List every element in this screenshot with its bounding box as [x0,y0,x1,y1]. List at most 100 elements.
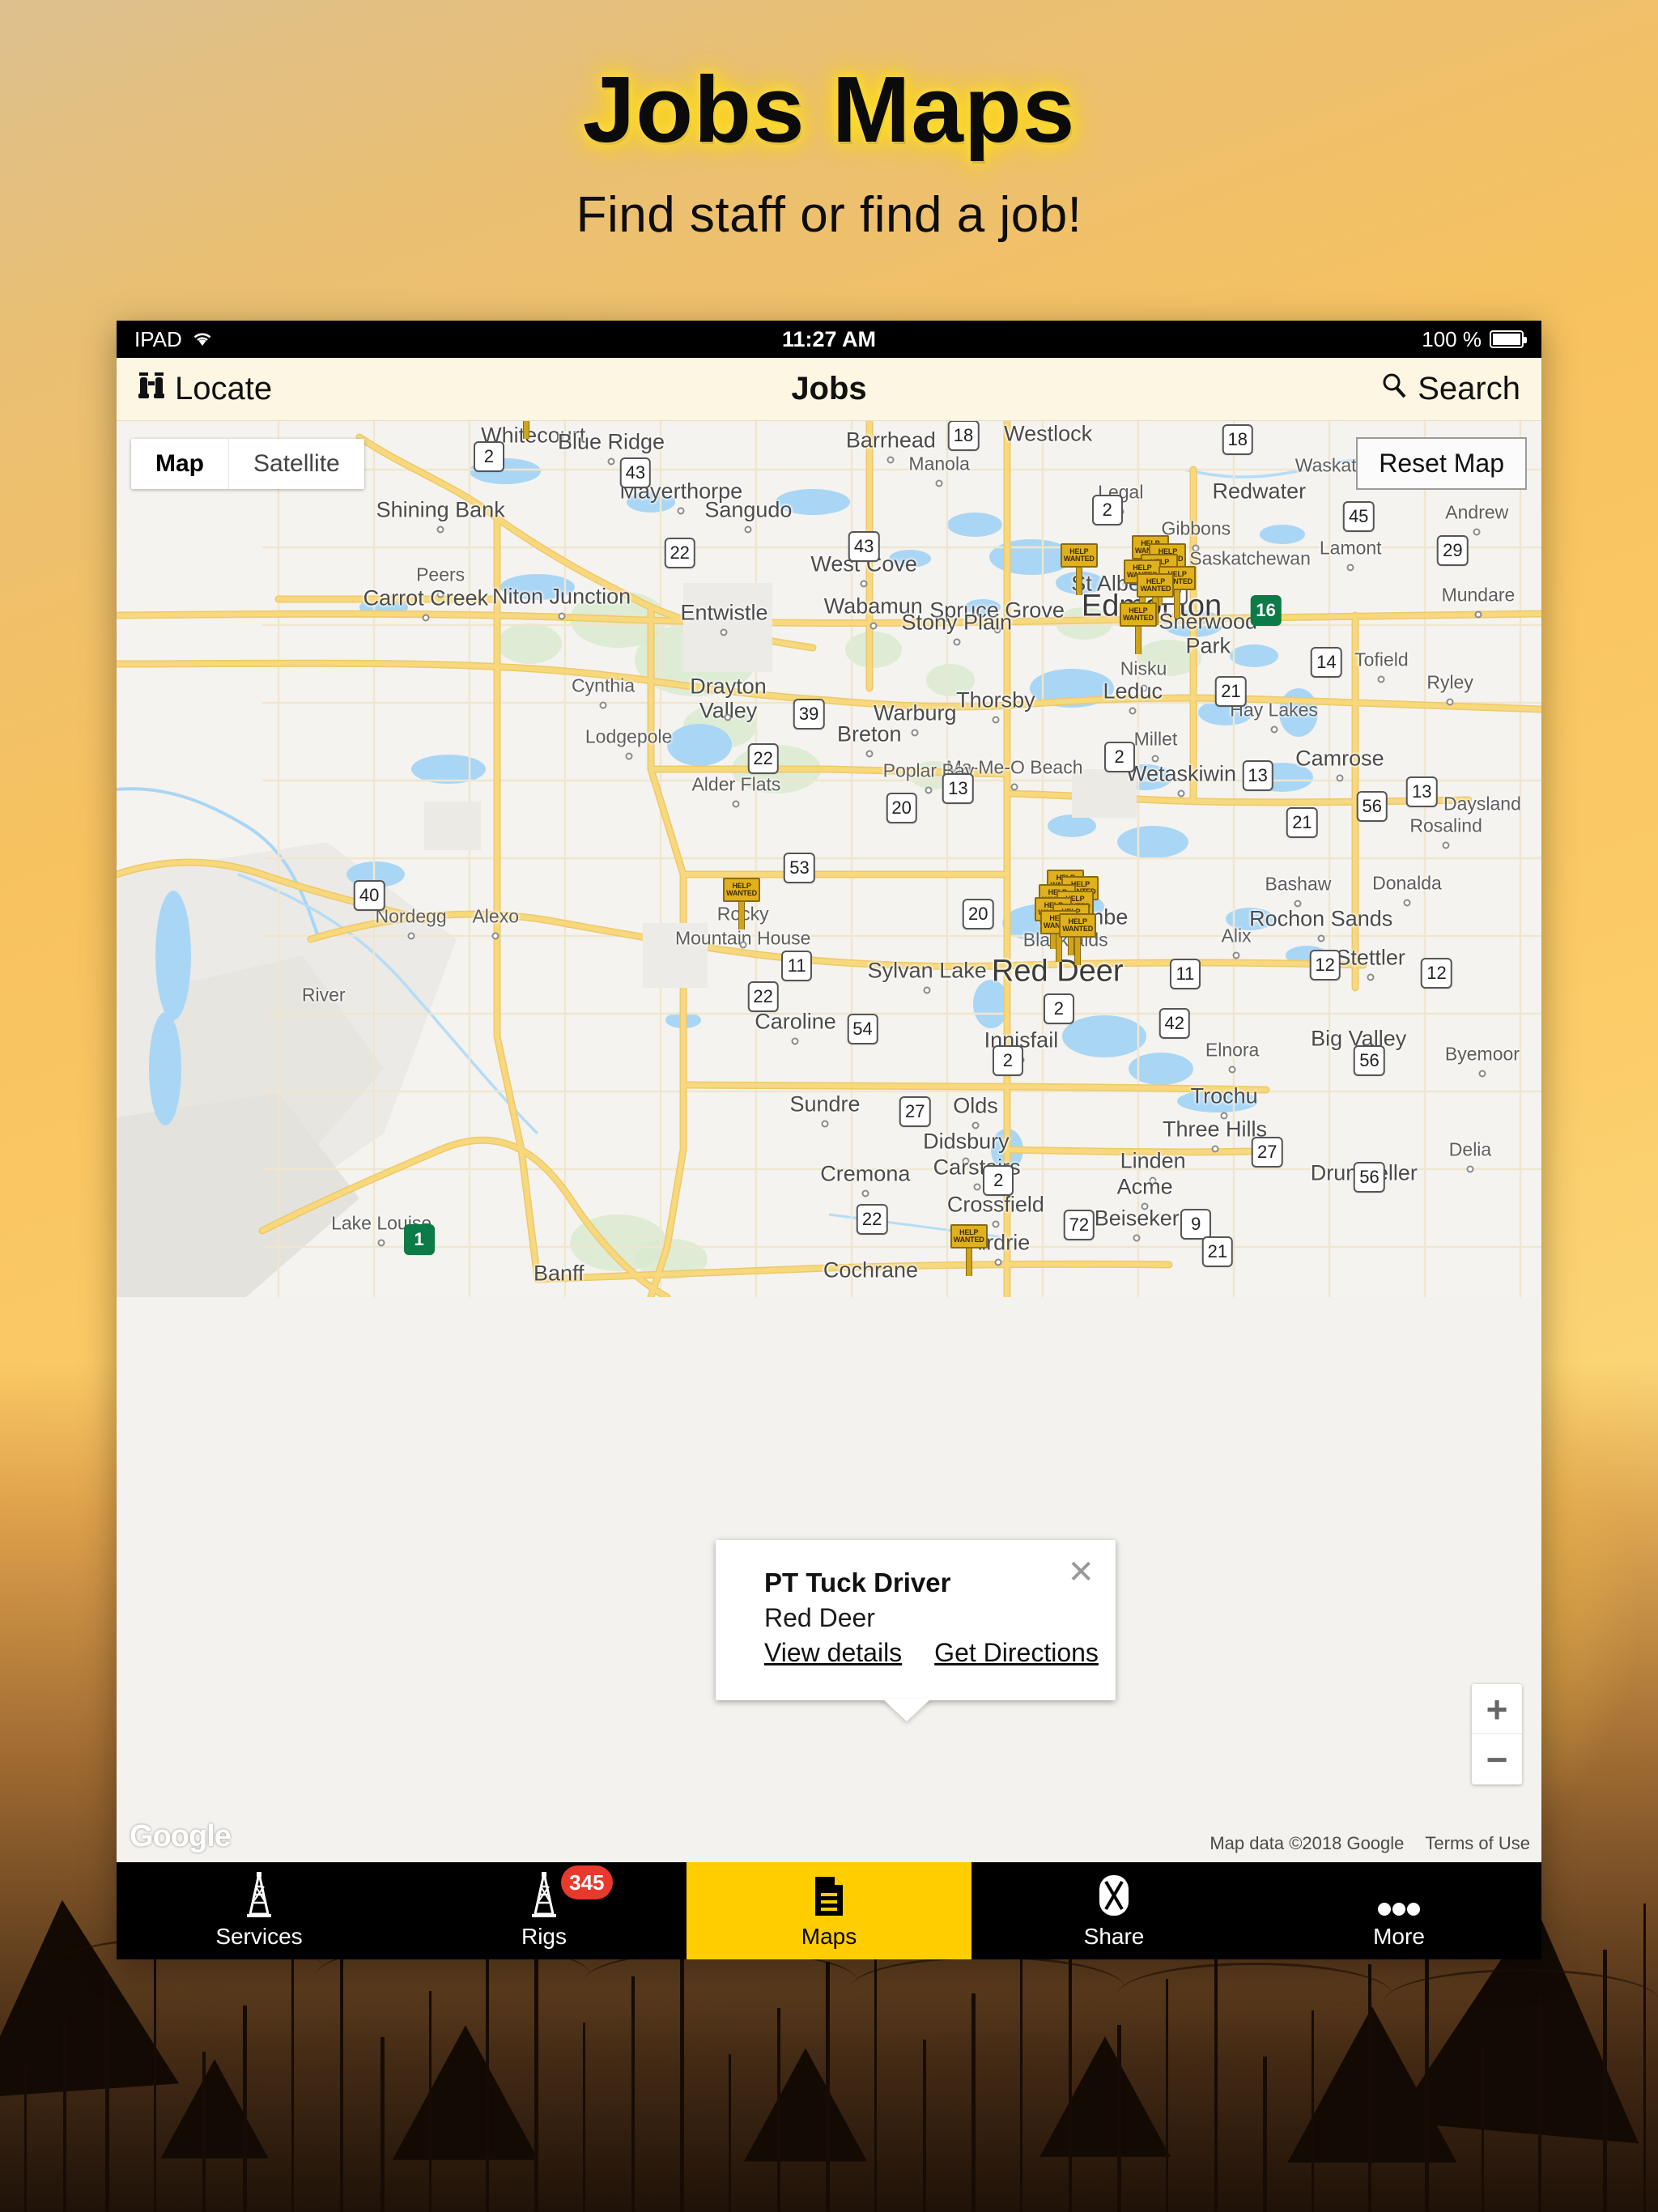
highway-shield: 45 [1342,501,1375,532]
tab-maps[interactable]: Maps [687,1862,971,1959]
map-label: Fort Saskatchewan [1151,547,1311,569]
map-label: Niton Junction [492,584,631,609]
highway-shield: 20 [963,899,994,929]
highway-shield: 21 [1215,676,1247,707]
map-city-dot [1478,1070,1486,1078]
highway-shield: 29 [1437,535,1469,566]
tab-label: Services [215,1924,303,1949]
map-city-dot [971,1121,980,1129]
map-label: Alix [1221,925,1252,946]
search-button[interactable]: Search [1380,371,1520,407]
page-subtitle: Find staff or find a job! [576,187,1082,243]
highway-shield: 20 [886,793,917,823]
map-city-dot [436,525,444,534]
map-label: Olds [953,1093,998,1118]
page-title: Jobs Maps [582,57,1076,162]
map-city-dot [1346,564,1354,572]
zoom-in-button[interactable]: + [1472,1684,1522,1734]
highway-shield: 56 [1354,1045,1385,1076]
map-type-control[interactable]: Map Satellite [131,439,364,489]
map-label: Alder Flats [691,773,781,795]
map-city-dot [886,456,895,464]
map-type-satellite-button[interactable]: Satellite [228,439,364,489]
highway-shield: 2 [473,441,504,472]
map-city-dot [377,1239,385,1247]
map-label: Manola [908,453,970,474]
highway-shield: 22 [747,981,779,1012]
map-city-dot [1403,899,1411,907]
map-city-dot [724,713,732,721]
map-city-dot [992,716,1000,724]
map-view[interactable]: Whitecourt Blue Ridge Barrhead Westlock Mano… [117,421,1541,1862]
highway-shield: 2 [983,1165,1014,1196]
share-x-icon [1098,1872,1130,1917]
map-label: Andrew [1445,501,1509,523]
tab-label: Share [1083,1924,1145,1949]
map-label: Ryley [1426,671,1473,693]
info-window-title: PT Tuck Driver [764,1568,951,1597]
map-label: Sangudo [704,497,793,522]
map-city-dot [1336,774,1344,782]
map-label: Stettler [1336,945,1405,970]
highway-shield: 21 [1201,1236,1234,1267]
map-city-dot [1211,1145,1219,1153]
google-logo: Google [130,1819,232,1853]
zoom-control[interactable]: + − [1472,1684,1522,1784]
map-label: Entwistle [680,600,768,625]
map-type-map-button[interactable]: Map [131,439,228,489]
highway-shield: 42 [1158,1008,1190,1039]
battery-full-icon [1490,330,1527,348]
view-details-link[interactable]: View details [764,1638,902,1668]
map-data-credit: Map data ©2018 Google [1209,1833,1405,1853]
get-directions-link[interactable]: Get Directions [934,1638,1099,1668]
map-label: Alexo [472,905,519,927]
map-city-dot [599,701,607,709]
map-label: Nisku [1120,657,1167,679]
highway-shield: 18 [1222,424,1253,455]
bottom-tab-bar[interactable]: Services 345 Rigs Maps Share More [117,1862,1541,1959]
tab-services[interactable]: Services [117,1862,402,1959]
highway-shield: 27 [899,1096,931,1127]
map-label: Sundre [789,1091,861,1117]
page-header-title: Jobs [791,371,867,406]
map-label: Lodgepole [585,725,673,747]
map-city-dot [865,750,874,758]
map-label: Millet [1133,728,1178,750]
map-label: Rochon Sands [1249,906,1393,931]
tab-share[interactable]: Share [971,1862,1256,1959]
map-info-window[interactable]: ✕ PT Tuck Driver Red Deer View details G… [716,1540,1116,1700]
map-city-dot [911,729,919,737]
map-city-dot [407,932,415,940]
map-label: Linden [1120,1148,1186,1173]
highway-shield: 56 [1354,1162,1385,1193]
locate-button[interactable]: Locate [138,371,272,408]
highway-shield: 14 [1311,647,1342,678]
terms-of-use-link[interactable]: Terms of Use [1425,1833,1530,1854]
map-label: Three Hills [1163,1117,1268,1142]
tab-label: Maps [801,1924,857,1949]
tab-more[interactable]: More [1256,1862,1541,1959]
map-city-dot [994,1258,1002,1266]
close-icon[interactable]: ✕ [1067,1556,1095,1589]
map-label: Trochu [1190,1083,1258,1108]
highway-shield: 11 [781,951,813,981]
map-label: Mundare [1441,584,1516,606]
map-city-dot [1294,900,1302,908]
map-label: Blackfalds [1022,929,1108,951]
reset-map-button[interactable]: Reset Map [1356,437,1527,490]
map-city-dot [860,580,868,588]
tab-rigs[interactable]: 345 Rigs [402,1862,687,1959]
magnifier-icon [1380,371,1408,407]
map-label: Beiseker [1094,1206,1180,1231]
map-label: Rocky [716,903,769,925]
zoom-out-button[interactable]: − [1472,1734,1522,1784]
map-city-dot [1133,1234,1141,1242]
highway-shield: 22 [856,1204,888,1235]
map-city-dot [422,614,430,622]
status-bar: IPAD 11:27 AM 100 % [117,321,1541,358]
map-label: Camrose [1295,746,1384,771]
highway-shield: 22 [747,743,779,774]
highway-shield: 1 [403,1224,435,1255]
map-city-dot [1446,698,1454,706]
map-label: Drayton [690,674,767,699]
